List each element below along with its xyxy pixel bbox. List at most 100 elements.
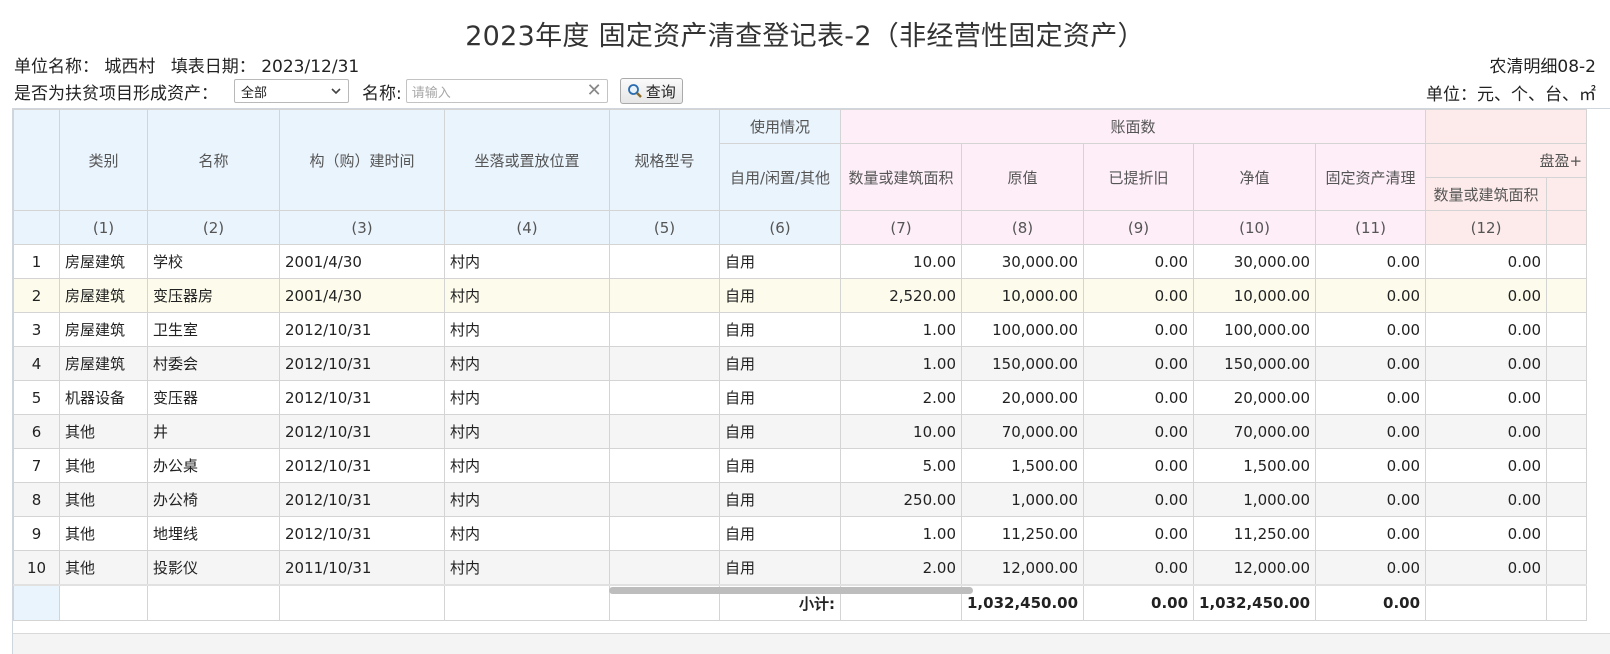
table-row[interactable]: 10 其他 投影仪 2011/10/31 村内 自用 2.00 12,000.00 0.00 12…	[13, 550, 1588, 586]
asset-clearing-cell[interactable]: 0.00	[1315, 550, 1427, 586]
build-time-cell[interactable]: 2012/10/31	[279, 516, 445, 551]
build-time-cell[interactable]: 2012/10/31	[279, 448, 445, 483]
location-cell[interactable]: 村内	[444, 516, 610, 551]
net-value-cell[interactable]: 100,000.00	[1193, 312, 1317, 347]
table-row[interactable]: 4 房屋建筑 村委会 2012/10/31 村内 自用 1.00 150,000.00 0.00…	[13, 346, 1588, 381]
category-cell[interactable]: 其他	[59, 516, 148, 551]
surplus-qty-cell[interactable]: 0.00	[1425, 414, 1548, 449]
usage-cell[interactable]: 自用	[719, 516, 841, 551]
usage-cell[interactable]: 自用	[719, 346, 841, 381]
name-cell[interactable]: 变压器房	[147, 278, 280, 313]
depreciation-cell[interactable]: 0.00	[1083, 278, 1195, 313]
net-value-cell[interactable]: 1,500.00	[1193, 448, 1317, 483]
surplus-qty-cell[interactable]: 0.00	[1425, 516, 1548, 551]
location-cell[interactable]: 村内	[444, 346, 610, 381]
table-row[interactable]: 9 其他 地埋线 2012/10/31 村内 自用 1.00 11,250.00 0.00 11,…	[13, 516, 1588, 551]
spec-cell[interactable]	[609, 244, 720, 279]
qty-cell[interactable]: 2,520.00	[840, 278, 962, 313]
location-cell[interactable]: 村内	[444, 550, 610, 586]
net-value-cell[interactable]: 1,000.00	[1193, 482, 1317, 517]
surplus-qty-cell[interactable]: 0.00	[1425, 244, 1548, 279]
usage-cell[interactable]: 自用	[719, 278, 841, 313]
net-value-cell[interactable]: 12,000.00	[1193, 550, 1317, 586]
table-row[interactable]: 5 机器设备 变压器 2012/10/31 村内 自用 2.00 20,000.00 0.00 2…	[13, 380, 1588, 415]
name-cell[interactable]: 井	[147, 414, 280, 449]
spec-cell[interactable]	[609, 278, 720, 313]
category-cell[interactable]: 房屋建筑	[59, 278, 148, 313]
build-time-cell[interactable]: 2012/10/31	[279, 312, 445, 347]
location-cell[interactable]: 村内	[444, 448, 610, 483]
location-cell[interactable]: 村内	[444, 414, 610, 449]
table-row[interactable]: 8 其他 办公椅 2012/10/31 村内 自用 250.00 1,000.00 0.00 1,…	[13, 482, 1588, 517]
depreciation-cell[interactable]: 0.00	[1083, 448, 1195, 483]
category-cell[interactable]: 机器设备	[59, 380, 148, 415]
asset-clearing-cell[interactable]: 0.00	[1315, 380, 1427, 415]
original-value-cell[interactable]: 30,000.00	[960, 244, 1085, 279]
clear-icon[interactable]: ✕	[587, 82, 602, 100]
table-row[interactable]: 2 房屋建筑 变压器房 2001/4/30 村内 自用 2,520.00 10,000.00 0…	[13, 278, 1588, 313]
spec-cell[interactable]	[609, 482, 720, 517]
original-value-cell[interactable]: 1,000.00	[960, 482, 1085, 517]
table-row[interactable]: 7 其他 办公桌 2012/10/31 村内 自用 5.00 1,500.00 0.00 1,50…	[13, 448, 1588, 483]
build-time-cell[interactable]: 2012/10/31	[279, 414, 445, 449]
asset-clearing-cell[interactable]: 0.00	[1315, 244, 1427, 279]
search-button[interactable]: 查询	[619, 78, 683, 104]
asset-clearing-cell[interactable]: 0.00	[1315, 482, 1427, 517]
surplus-qty-cell[interactable]: 0.00	[1425, 482, 1548, 517]
spec-cell[interactable]	[609, 516, 720, 551]
asset-clearing-cell[interactable]: 0.00	[1315, 346, 1427, 381]
surplus-qty-cell[interactable]: 0.00	[1425, 448, 1548, 483]
qty-cell[interactable]: 2.00	[840, 380, 962, 415]
asset-clearing-cell[interactable]: 0.00	[1315, 448, 1427, 483]
spec-cell[interactable]	[609, 380, 720, 415]
qty-cell[interactable]: 1.00	[840, 312, 962, 347]
depreciation-cell[interactable]: 0.00	[1083, 414, 1195, 449]
depreciation-cell[interactable]: 0.00	[1083, 244, 1195, 279]
asset-clearing-cell[interactable]: 0.00	[1315, 516, 1427, 551]
depreciation-cell[interactable]: 0.00	[1083, 482, 1195, 517]
surplus-qty-cell[interactable]: 0.00	[1425, 380, 1548, 415]
original-value-cell[interactable]: 70,000.00	[960, 414, 1085, 449]
table-row[interactable]: 1 房屋建筑 学校 2001/4/30 村内 自用 10.00 30,000.00 0.00 30…	[13, 244, 1588, 279]
build-time-cell[interactable]: 2012/10/31	[279, 380, 445, 415]
category-cell[interactable]: 其他	[59, 550, 148, 586]
asset-clearing-cell[interactable]: 0.00	[1315, 312, 1427, 347]
usage-cell[interactable]: 自用	[719, 380, 841, 415]
name-cell[interactable]: 变压器	[147, 380, 280, 415]
qty-cell[interactable]: 1.00	[840, 516, 962, 551]
depreciation-cell[interactable]: 0.00	[1083, 380, 1195, 415]
table-row[interactable]: 6 其他井 2012/10/31 村内 自用 10.00 70,000.00 0.00 70,0…	[13, 414, 1588, 449]
category-cell[interactable]: 房屋建筑	[59, 346, 148, 381]
net-value-cell[interactable]: 11,250.00	[1193, 516, 1317, 551]
asset-clearing-cell[interactable]: 0.00	[1315, 414, 1427, 449]
surplus-qty-cell[interactable]: 0.00	[1425, 346, 1548, 381]
name-cell[interactable]: 村委会	[147, 346, 280, 381]
build-time-cell[interactable]: 2001/4/30	[279, 244, 445, 279]
category-cell[interactable]: 房屋建筑	[59, 244, 148, 279]
surplus-qty-cell[interactable]: 0.00	[1425, 312, 1548, 347]
depreciation-cell[interactable]: 0.00	[1083, 312, 1195, 347]
original-value-cell[interactable]: 100,000.00	[960, 312, 1085, 347]
location-cell[interactable]: 村内	[444, 278, 610, 313]
name-cell[interactable]: 学校	[147, 244, 280, 279]
usage-cell[interactable]: 自用	[719, 312, 841, 347]
table-row[interactable]: 3 房屋建筑 卫生室 2012/10/31 村内 自用 1.00 100,000.00 0.00…	[13, 312, 1588, 347]
usage-cell[interactable]: 自用	[719, 448, 841, 483]
name-cell[interactable]: 办公桌	[147, 448, 280, 483]
usage-cell[interactable]: 自用	[719, 414, 841, 449]
net-value-cell[interactable]: 20,000.00	[1193, 380, 1317, 415]
usage-cell[interactable]: 自用	[719, 550, 841, 586]
qty-cell[interactable]: 10.00	[840, 244, 962, 279]
original-value-cell[interactable]: 12,000.00	[960, 550, 1085, 586]
asset-clearing-cell[interactable]: 0.00	[1315, 278, 1427, 313]
qty-cell[interactable]: 10.00	[840, 414, 962, 449]
build-time-cell[interactable]: 2012/10/31	[279, 482, 445, 517]
location-cell[interactable]: 村内	[444, 380, 610, 415]
qty-cell[interactable]: 250.00	[840, 482, 962, 517]
surplus-qty-cell[interactable]: 0.00	[1425, 278, 1548, 313]
usage-cell[interactable]: 自用	[719, 244, 841, 279]
original-value-cell[interactable]: 150,000.00	[960, 346, 1085, 381]
location-cell[interactable]: 村内	[444, 312, 610, 347]
build-time-cell[interactable]: 2011/10/31	[279, 550, 445, 586]
original-value-cell[interactable]: 1,500.00	[960, 448, 1085, 483]
